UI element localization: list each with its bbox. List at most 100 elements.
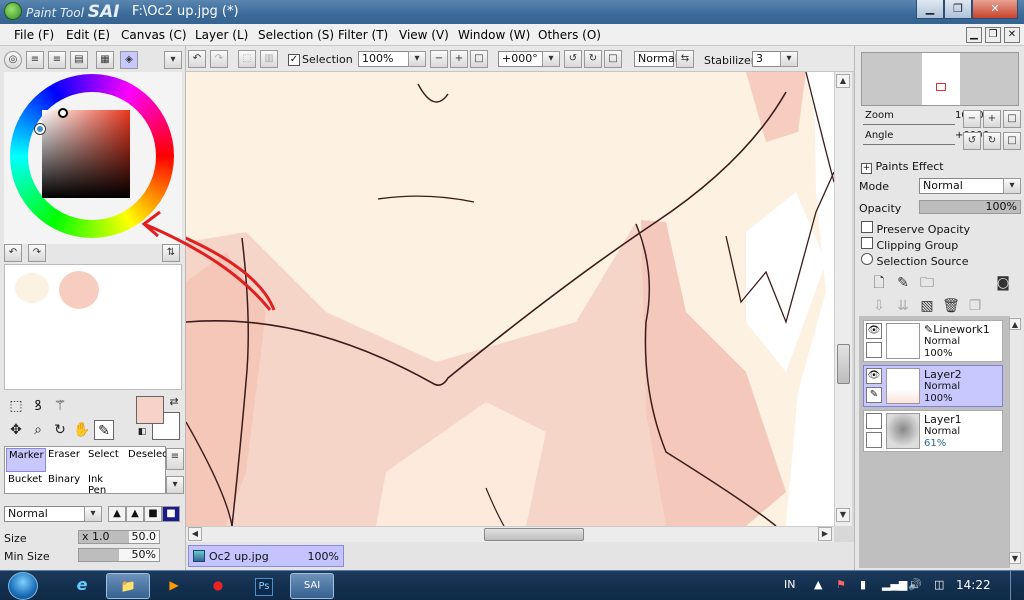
close-button[interactable]: ✕ [972, 0, 1018, 19]
sv-picker-marker[interactable] [58, 108, 68, 118]
minimize-button[interactable]: ▁ [916, 0, 944, 19]
swatch-mode-icon[interactable]: ▦ [96, 51, 114, 69]
selection-checkbox[interactable]: ✓ [288, 54, 300, 66]
hue-picker-marker[interactable] [35, 124, 45, 134]
redo-color-icon[interactable]: ↷ [28, 244, 46, 262]
menu-others[interactable]: Others (O) [538, 28, 601, 42]
menu-filter[interactable]: Filter (T) [338, 28, 388, 42]
new-folder-icon[interactable]: 🗀 [917, 273, 937, 293]
selection-source-row[interactable]: Selection Source [861, 253, 968, 268]
brush-shape-4-icon[interactable]: ■ [162, 506, 180, 522]
tray-generic-icon[interactable]: ◫ [934, 578, 944, 591]
hsv-slider-mode-icon[interactable]: ≡ [48, 51, 66, 69]
menu-layer[interactable]: Layer (L) [195, 28, 248, 42]
color-wheel-mode-icon[interactable]: ◎ [4, 51, 22, 69]
selection-source-radio[interactable] [861, 253, 873, 265]
mdi-restore-icon[interactable]: ❐ [985, 27, 1001, 43]
restore-button[interactable]: ❐ [944, 0, 972, 19]
size-slider[interactable]: x 1.0 50.0 [78, 530, 160, 544]
angle-dropdown-icon[interactable]: ▾ [542, 51, 560, 67]
menu-file[interactable]: File (F) [14, 28, 54, 42]
brush-scroll-up-icon[interactable]: ≡ [166, 448, 184, 470]
language-indicator[interactable]: IN [784, 578, 795, 591]
navigator-preview[interactable] [861, 52, 1019, 106]
nav-rotate-right-icon[interactable]: ↻ [983, 132, 1001, 150]
layer-item-layer2[interactable]: 👁 ✎ Layer2 Normal 100% [863, 365, 1003, 407]
taskbar-ie-icon[interactable]: e [60, 573, 104, 599]
brush-shape-2-icon[interactable]: ▲ [126, 506, 144, 522]
layer-list-scrollbar[interactable]: ▲ ▼ [1009, 316, 1021, 568]
brush-marker[interactable]: Marker [6, 448, 46, 472]
visibility-eye-icon[interactable]: 👁 [866, 323, 882, 339]
layer-scroll-down-icon[interactable]: ▼ [1009, 552, 1021, 564]
start-button[interactable] [8, 572, 38, 600]
eyedropper-icon[interactable]: ✎ [94, 420, 114, 440]
min-size-slider[interactable]: 50% [78, 548, 160, 562]
rotate-reset-icon[interactable]: □ [604, 50, 622, 68]
brush-menu-icon[interactable]: ▾ [166, 476, 184, 494]
menu-edit[interactable]: Edit (E) [66, 28, 110, 42]
new-linework-layer-icon[interactable]: ✎ [893, 273, 913, 293]
panel-menu-icon[interactable]: ▾ [164, 51, 182, 69]
zoom-out-icon[interactable]: − [430, 50, 448, 68]
horizontal-scroll-thumb[interactable] [484, 528, 584, 541]
tray-battery-icon[interactable]: ▮ [860, 578, 866, 591]
blend-dropdown-icon[interactable]: ▾ [84, 506, 102, 522]
magic-wand-icon[interactable]: ⚚ [50, 396, 70, 416]
layer-mask-icon[interactable]: ◙ [993, 273, 1013, 293]
rect-select-icon[interactable]: ⬚ [6, 396, 26, 416]
primary-color[interactable] [136, 396, 164, 424]
taskbar-sai-icon[interactable]: SAI [290, 573, 334, 599]
menu-window[interactable]: Window (W) [458, 28, 530, 42]
brush-eraser[interactable]: Eraser [46, 448, 86, 472]
move-icon[interactable]: ✥ [6, 420, 26, 440]
rotate-right-icon[interactable]: ↻ [584, 50, 602, 68]
layer-lock-icon[interactable] [866, 342, 882, 358]
scroll-left-icon[interactable]: ◀ [188, 527, 202, 541]
undo-color-icon[interactable]: ↶ [4, 244, 22, 262]
taskbar-opera-icon[interactable]: ● [196, 573, 240, 599]
layer-scroll-up-icon[interactable]: ▲ [1009, 318, 1021, 330]
show-desktop-button[interactable] [1010, 571, 1024, 600]
color-bar-mode-icon[interactable]: ▤ [70, 51, 88, 69]
saturation-value-square[interactable] [42, 110, 130, 198]
canvas-horizontal-scrollbar[interactable]: ◀ ▶ [186, 526, 834, 542]
swap-colors-icon[interactable]: ⇄ [164, 392, 184, 412]
layer-item-layer1[interactable]: Layer1 Normal 61% [863, 410, 1003, 452]
nav-rotate-left-icon[interactable]: ↺ [963, 132, 981, 150]
visibility-eye-icon[interactable] [866, 413, 882, 429]
preserve-opacity-row[interactable]: Preserve Opacity [861, 221, 970, 236]
scroll-up-icon[interactable]: ▲ [836, 74, 850, 88]
flip-horizontal-icon[interactable]: ⇆ [676, 50, 694, 68]
rgb-slider-mode-icon[interactable]: ≡ [26, 51, 44, 69]
taskbar-explorer-icon[interactable]: 📁 [106, 573, 150, 599]
scroll-right-icon[interactable]: ▶ [818, 527, 832, 541]
rotate-icon[interactable]: ↻ [50, 420, 70, 440]
layer-lock-icon[interactable] [866, 432, 882, 448]
stabilizer-dropdown-icon[interactable]: ▾ [780, 51, 798, 67]
tray-expand-icon[interactable]: ▲ [814, 578, 822, 591]
paints-effect-header[interactable]: + Paints Effect [861, 160, 944, 174]
taskbar-photoshop-icon[interactable]: Ps [242, 573, 286, 599]
brush-bucket[interactable]: Bucket [6, 473, 46, 497]
active-brush-icon[interactable]: ✎ [866, 387, 882, 403]
brush-deselect[interactable]: Deselect [126, 448, 172, 472]
navigator-angle-track[interactable] [863, 144, 955, 145]
view-blend-field[interactable]: Normal [634, 51, 678, 67]
scroll-down-icon[interactable]: ▼ [836, 508, 850, 522]
layer-opacity-slider[interactable]: 100% [919, 200, 1021, 214]
hand-icon[interactable]: ✋ [72, 420, 92, 440]
invert-selection-icon[interactable]: ▥ [260, 50, 278, 68]
clipping-group-row[interactable]: Clipping Group [861, 237, 958, 252]
transfer-down-icon[interactable]: ⇩ [869, 296, 889, 316]
merge-down-icon[interactable]: ⇊ [893, 296, 913, 316]
layer-item-linework1[interactable]: 👁 ✎Linework1 Normal 100% [863, 320, 1003, 362]
duplicate-layer-icon[interactable]: ❐ [965, 296, 985, 316]
rotate-left-icon[interactable]: ↺ [564, 50, 582, 68]
undo-icon[interactable]: ↶ [188, 50, 206, 68]
menu-selection[interactable]: Selection (S) [258, 28, 334, 42]
taskbar-media-player-icon[interactable]: ▶ [152, 573, 196, 599]
nav-zoom-in-icon[interactable]: + [983, 110, 1001, 128]
vertical-scroll-thumb[interactable] [837, 344, 850, 384]
menu-view[interactable]: View (V) [399, 28, 449, 42]
